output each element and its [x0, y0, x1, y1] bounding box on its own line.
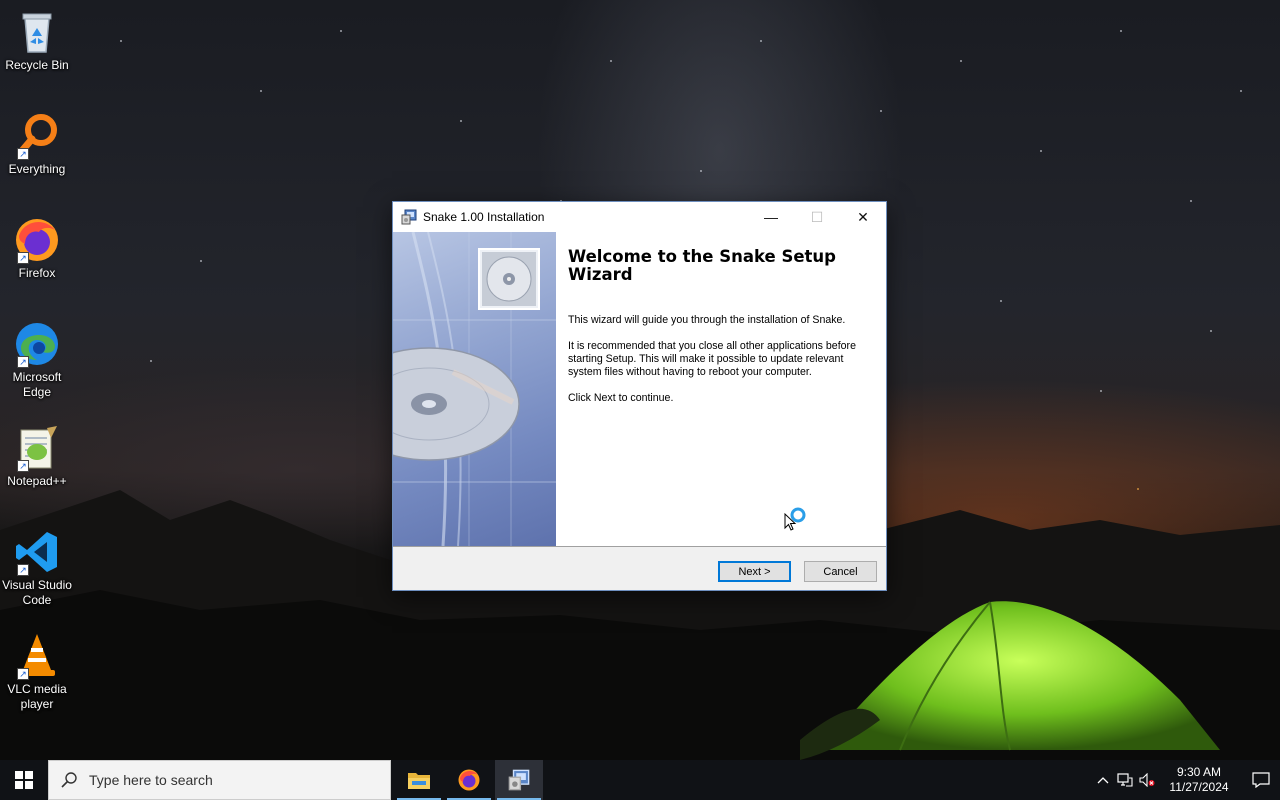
continue-paragraph: Click Next to continue. [568, 392, 674, 404]
desktop-icon-recycle-bin[interactable]: Recycle Bin [0, 8, 74, 73]
windows-logo-icon [15, 771, 33, 789]
desktop-icon-firefox[interactable]: ↗ Firefox [0, 216, 74, 281]
file-explorer-icon [408, 773, 430, 789]
welcome-heading: Welcome to the Snake Setup Wizard [568, 247, 836, 284]
shortcut-arrow-icon: ↗ [17, 460, 29, 472]
wizard-banner-image [393, 232, 556, 546]
desktop-icon-label: VLC media player [7, 682, 67, 711]
desktop-icon-edge[interactable]: ↗ Microsoft Edge [0, 320, 74, 400]
notepadpp-icon: ↗ [13, 424, 61, 472]
show-hidden-icons-chevron-icon[interactable] [1092, 760, 1114, 800]
next-button[interactable]: Next > [718, 561, 791, 582]
volume-muted-icon[interactable] [1136, 760, 1158, 800]
taskbar-clock[interactable]: 9:30 AM 11/27/2024 [1164, 765, 1234, 795]
taskbar-installer[interactable] [495, 760, 543, 800]
maximize-button[interactable]: ☐ [794, 202, 840, 232]
taskbar: Type here to search 9:30 AM 11/27/2024 [0, 760, 1280, 800]
setup-wizard-dialog: Snake 1.00 Installation — ☐ ✕ Welcome to… [392, 201, 887, 591]
firefox-icon [458, 769, 480, 791]
everything-search-icon: ↗ [13, 112, 61, 160]
dialog-titlebar[interactable]: Snake 1.00 Installation — ☐ ✕ [393, 202, 886, 232]
glowing-tent [800, 601, 1220, 760]
cancel-button[interactable]: Cancel [804, 561, 877, 582]
installer-icon [508, 769, 530, 791]
shortcut-arrow-icon: ↗ [17, 148, 29, 160]
close-button[interactable]: ✕ [840, 202, 886, 232]
desktop-icon-vscode[interactable]: ↗ Visual Studio Code [0, 528, 74, 608]
start-button[interactable] [0, 760, 48, 800]
desktop-icon-label: Recycle Bin [5, 58, 69, 72]
clock-time: 9:30 AM [1176, 765, 1222, 779]
system-tray: 9:30 AM 11/27/2024 [1092, 760, 1280, 800]
wizard-content: Welcome to the Snake Setup Wizard This w… [556, 232, 886, 546]
shortcut-arrow-icon: ↗ [17, 668, 29, 680]
clock-date: 11/27/2024 [1169, 780, 1229, 794]
busy-cursor-icon [784, 507, 806, 531]
recommendation-paragraph: It is recommended that you close all oth… [568, 340, 856, 378]
taskbar-search-box[interactable]: Type here to search [48, 760, 391, 800]
firefox-icon: ↗ [13, 216, 61, 264]
desktop-icon-label: Microsoft Edge [12, 370, 62, 399]
cd-artwork [393, 232, 556, 546]
recycle-bin-icon [13, 8, 61, 56]
action-center-button[interactable] [1242, 760, 1280, 800]
shortcut-arrow-icon: ↗ [17, 252, 29, 264]
desktop-icon-label: Firefox [18, 266, 56, 280]
desktop-icon-vlc[interactable]: ↗ VLC media player [0, 632, 74, 712]
notification-icon [1252, 772, 1270, 788]
shortcut-arrow-icon: ↗ [17, 356, 29, 368]
minimize-button[interactable]: — [748, 202, 794, 232]
search-placeholder: Type here to search [89, 772, 213, 788]
edge-icon: ↗ [13, 320, 61, 368]
network-icon[interactable] [1114, 760, 1136, 800]
shortcut-arrow-icon: ↗ [17, 564, 29, 576]
installer-icon [401, 209, 417, 225]
taskbar-firefox[interactable] [445, 760, 493, 800]
desktop-icon-notepadpp[interactable]: ↗ Notepad++ [0, 424, 74, 489]
desktop-icon-label: Visual Studio Code [2, 578, 72, 607]
vlc-icon: ↗ [13, 632, 61, 680]
desktop-icon-everything[interactable]: ↗ Everything [0, 112, 74, 177]
desktop-icon-label: Notepad++ [7, 474, 67, 488]
dialog-footer: Next > Cancel [393, 546, 886, 590]
vscode-icon: ↗ [13, 528, 61, 576]
dialog-title: Snake 1.00 Installation [423, 210, 545, 224]
taskbar-file-explorer[interactable] [395, 760, 443, 800]
intro-paragraph: This wizard will guide you through the i… [568, 314, 846, 326]
desktop-icon-label: Everything [8, 162, 66, 176]
search-icon [61, 772, 77, 788]
